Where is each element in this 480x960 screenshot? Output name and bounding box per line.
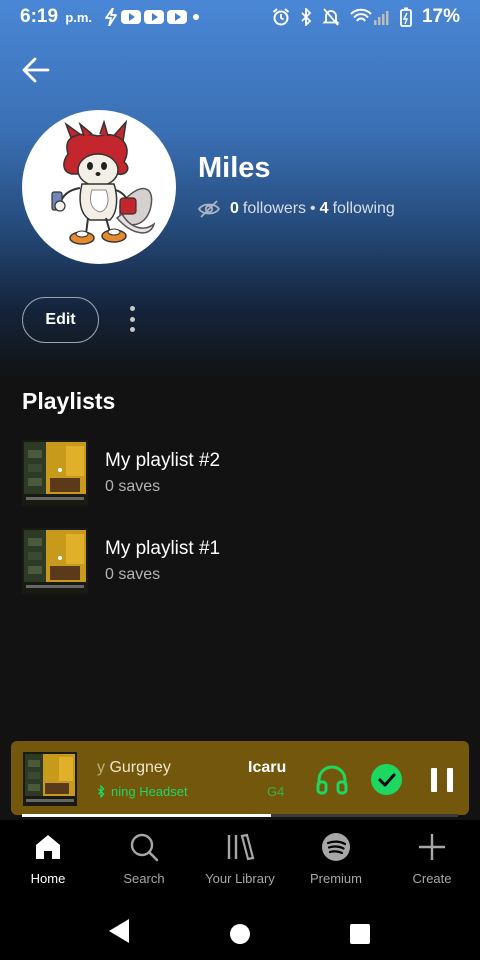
followers-count[interactable]: 0: [230, 200, 239, 218]
system-back-icon[interactable]: [108, 918, 130, 944]
private-eye-off-icon: [198, 200, 220, 218]
profile-stats: 0 followers • 4 following: [198, 200, 395, 218]
following-label[interactable]: following: [333, 200, 395, 218]
edit-profile-button[interactable]: Edit: [22, 297, 99, 343]
followers-label[interactable]: followers: [243, 200, 306, 218]
playback-progress: [22, 814, 458, 817]
nav-home[interactable]: Home: [0, 820, 96, 906]
youtube-icon: [121, 10, 142, 24]
nav-create-label: Create: [412, 871, 452, 886]
now-playing-song: Icaru: [248, 759, 287, 776]
youtube-icon: [144, 10, 165, 24]
library-icon: [227, 833, 255, 861]
playlists-heading: Playlists: [22, 388, 116, 414]
more-options-icon[interactable]: [122, 304, 142, 334]
more-notifications-icon: [193, 14, 200, 20]
nav-library[interactable]: Your Library: [192, 820, 288, 906]
youtube-icon: [167, 10, 188, 24]
nav-create[interactable]: Create: [384, 820, 480, 906]
stats-separator: •: [310, 200, 316, 217]
home-icon: [36, 835, 60, 859]
spotify-icon: [322, 833, 350, 861]
pause-button[interactable]: [431, 768, 453, 792]
bluetooth-icon: [97, 785, 105, 798]
status-time: 6:19 p.m.: [20, 6, 93, 27]
system-nav-bar: [0, 906, 480, 960]
headphones-icon[interactable]: [315, 763, 349, 795]
wifi-signal-icon: [350, 8, 389, 25]
playback-progress-fill: [22, 814, 271, 817]
mute-icon: [322, 8, 340, 26]
playlist-cover: [22, 440, 88, 506]
playlist-cover: [22, 528, 88, 594]
playlist-title: My playlist #2: [105, 450, 221, 471]
profile-avatar[interactable]: [22, 110, 176, 264]
nav-premium[interactable]: Premium: [288, 820, 384, 906]
profile-name: Miles: [198, 152, 271, 184]
status-bar: 6:19 p.m. 17%: [0, 0, 480, 34]
connected-device-secondary: G4: [267, 784, 285, 799]
back-arrow-icon[interactable]: [20, 54, 52, 86]
check-icon: [378, 773, 395, 786]
playlist-saves: 0 saves: [105, 566, 161, 583]
nav-library-label: Your Library: [205, 871, 275, 886]
system-home-icon[interactable]: [230, 924, 250, 944]
nav-search[interactable]: Search: [96, 820, 192, 906]
playlist-row[interactable]: My playlist #1 0 saves: [22, 528, 462, 594]
nav-premium-label: Premium: [309, 871, 362, 886]
now-playing-cover: [23, 752, 77, 806]
nav-search-label: Search: [123, 871, 165, 886]
saved-check-button[interactable]: [371, 764, 402, 795]
playlist-saves: 0 saves: [105, 478, 161, 495]
battery-percent: 17%: [421, 6, 460, 27]
playlist-row[interactable]: My playlist #2 0 saves: [22, 440, 462, 506]
following-count[interactable]: 4: [320, 200, 329, 218]
bluetooth-icon: [301, 8, 312, 26]
mini-player[interactable]: y Gurgney Icaru ning Headset G4: [11, 741, 469, 815]
plus-icon: [419, 834, 445, 860]
fox-character-icon: [51, 119, 156, 245]
search-icon: [130, 833, 159, 862]
system-recents-icon[interactable]: [350, 924, 370, 944]
bolt-icon: [105, 8, 117, 26]
nav-home-label: Home: [30, 871, 66, 886]
battery-icon: [400, 7, 412, 27]
now-playing-artist: y Gurgney: [97, 759, 171, 776]
bottom-nav: Home Search Your Library Premium Create: [0, 820, 480, 906]
connected-device[interactable]: ning Headset: [97, 784, 188, 799]
playlist-title: My playlist #1: [105, 538, 221, 559]
alarm-icon: [272, 8, 290, 26]
